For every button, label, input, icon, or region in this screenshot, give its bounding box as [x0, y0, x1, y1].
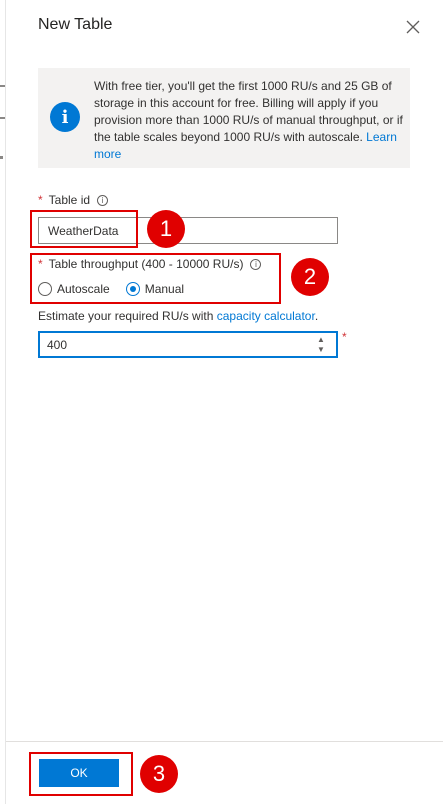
callout-badge-2: 2	[291, 258, 329, 296]
ok-button[interactable]: OK	[39, 759, 119, 787]
background-divider	[0, 85, 5, 87]
autoscale-radio[interactable]: Autoscale	[38, 282, 110, 296]
tooltip-icon[interactable]: i	[97, 194, 109, 206]
ru-throughput-input[interactable]	[40, 333, 310, 356]
close-button[interactable]	[402, 16, 424, 38]
estimate-ru-text: Estimate your required RU/s with capacit…	[38, 309, 318, 323]
autoscale-radio-label: Autoscale	[57, 282, 110, 296]
ru-spinner: ▲ ▼	[314, 335, 328, 354]
table-id-input[interactable]	[38, 217, 338, 244]
capacity-calculator-link[interactable]: capacity calculator	[217, 309, 315, 323]
background-divider	[0, 156, 3, 159]
ru-required-mark: *	[342, 330, 347, 344]
table-id-label-text: Table id	[48, 193, 91, 207]
free-tier-info-message: With free tier, you'll get the first 100…	[94, 79, 403, 144]
spinner-up-icon[interactable]: ▲	[317, 335, 325, 344]
radio-circle	[38, 282, 52, 296]
callout-badge-1: 1	[147, 210, 185, 248]
estimate-ru-message: Estimate your required RU/s with	[38, 309, 214, 323]
close-icon	[406, 20, 420, 34]
free-tier-info-box: i With free tier, you'll get the first 1…	[38, 68, 410, 168]
table-throughput-label: * Table throughput (400 - 10000 RU/s) i	[38, 257, 262, 271]
manual-radio-label: Manual	[144, 282, 185, 296]
info-icon: i	[50, 102, 80, 132]
table-throughput-label-text: Table throughput (400 - 10000 RU/s)	[48, 257, 244, 271]
new-table-panel: New Table i With free tier, you'll get t…	[6, 0, 443, 804]
manual-radio[interactable]: Manual	[125, 282, 185, 296]
radio-circle-selected	[125, 282, 140, 296]
required-mark: *	[38, 257, 43, 271]
background-divider	[0, 117, 5, 119]
free-tier-info-text: With free tier, you'll get the first 100…	[94, 78, 404, 163]
required-mark: *	[38, 193, 43, 207]
callout-badge-3: 3	[140, 755, 178, 793]
throughput-mode-radio-group: Autoscale Manual	[38, 282, 184, 296]
estimate-ru-suffix: .	[314, 309, 319, 323]
table-id-label: * Table id i	[38, 193, 109, 207]
ru-throughput-field: ▲ ▼	[38, 331, 338, 358]
footer-divider	[6, 741, 443, 742]
panel-title: New Table	[38, 16, 113, 33]
tooltip-icon[interactable]: i	[250, 258, 262, 270]
spinner-down-icon[interactable]: ▼	[317, 345, 325, 354]
